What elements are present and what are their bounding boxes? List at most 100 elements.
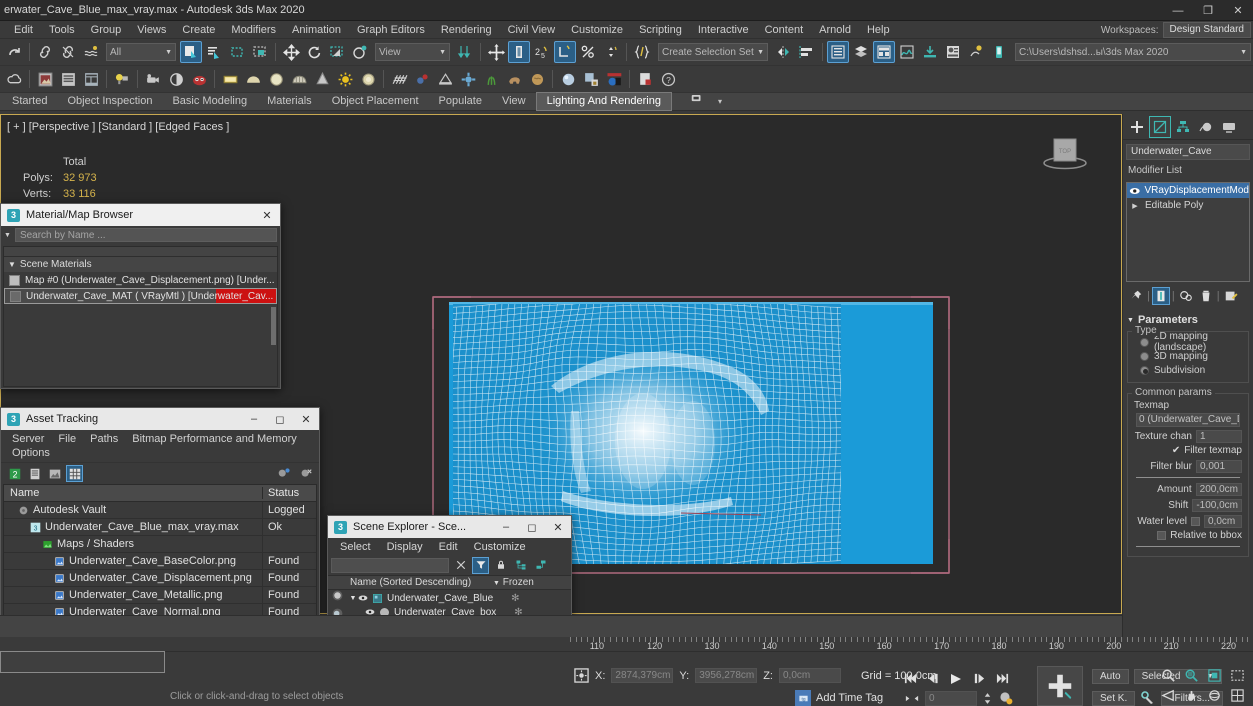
modifier-stack[interactable]: VRayDisplacementMod ▶ Editable Poly [1126, 182, 1250, 282]
zoom-all-icon[interactable] [1181, 666, 1201, 685]
show-end-result-icon[interactable] [1151, 286, 1170, 305]
material-browser-scrollbar[interactable] [271, 307, 276, 345]
water-level-checkbox[interactable] [1191, 516, 1200, 526]
time-slider-bar[interactable] [0, 615, 1122, 637]
select-and-place-icon[interactable] [349, 41, 371, 63]
use-pivot-center-icon[interactable] [454, 41, 476, 63]
angle-snap-icon[interactable]: 25 [531, 41, 553, 63]
make-unique-icon[interactable] [1177, 287, 1195, 305]
reference-coord-combo[interactable]: View ▼ [375, 43, 450, 61]
sun-light-icon[interactable] [334, 68, 356, 90]
menu-item-tools[interactable]: Tools [41, 21, 83, 39]
modifier-stack-row[interactable]: VRayDisplacementMod [1127, 183, 1249, 198]
field-of-view-icon[interactable] [1158, 686, 1178, 705]
ribbon-tab-materials[interactable]: Materials [257, 93, 322, 110]
radio-icon[interactable] [1140, 365, 1149, 375]
display-tab-icon[interactable] [1218, 116, 1240, 138]
vray-frame-buffer-icon[interactable] [603, 68, 625, 90]
y-field[interactable]: 3956,278cm [695, 668, 758, 683]
close-button[interactable]: ✕ [1223, 0, 1253, 21]
frozen-marker-icon[interactable]: ✻ [493, 593, 571, 604]
menu-item-edit[interactable]: Edit [6, 21, 41, 39]
render-frame-icon[interactable] [988, 41, 1010, 63]
x-field[interactable]: 2874,379cm [611, 668, 674, 683]
viewcube[interactable]: TOP [1037, 131, 1093, 175]
asset-menu-options[interactable]: Options [5, 446, 315, 460]
column-header-frozen[interactable]: ▼ Frozen [493, 577, 571, 588]
ribbon-tab-basic-modeling[interactable]: Basic Modeling [162, 93, 257, 110]
zoom-icon[interactable] [1158, 666, 1178, 685]
add-time-tag[interactable]: tg Add Time Tag [795, 690, 883, 706]
column-header-status[interactable]: Status [262, 487, 316, 499]
filter-texmap-row[interactable]: ✔ Filter texmap [1132, 443, 1242, 457]
vray-proxy-icon[interactable] [457, 68, 479, 90]
list-view-icon[interactable] [26, 465, 43, 482]
lock-icon[interactable] [492, 557, 509, 574]
scene-explorer-minimize-icon[interactable]: – [493, 516, 519, 538]
orbit-view-icon[interactable] [1204, 686, 1224, 705]
table-row[interactable]: Underwater_Cave_Displacement.png Found [4, 570, 316, 587]
table-row[interactable]: Autodesk Vault Logged [4, 502, 316, 519]
unlink-icon[interactable] [57, 41, 79, 63]
scene-menu-select[interactable]: Select [332, 541, 379, 553]
radio-icon[interactable] [1140, 351, 1149, 361]
vray-fur-icon[interactable] [388, 68, 410, 90]
type-option-2d-mapping[interactable]: 2D mapping (landscape) [1132, 331, 1244, 353]
spinner-snap-icon[interactable] [600, 41, 622, 63]
selection-lock-icon[interactable] [574, 668, 589, 683]
toggle-scene-explorer-icon[interactable] [827, 41, 849, 63]
table-row[interactable]: Underwater_Cave_Metallic.png Found [4, 587, 316, 604]
viewport-label[interactable]: [ + ] [Perspective ] [Standard ] [Edged … [7, 121, 229, 133]
modify-tab-icon[interactable] [1149, 115, 1171, 138]
filter-blur-field[interactable]: 0,001 [1196, 459, 1242, 473]
go-to-end-icon[interactable] [992, 669, 1012, 688]
camera-icon[interactable] [142, 68, 164, 90]
ribbon-dropdown-arrow[interactable]: ▾ [714, 93, 726, 110]
hierarchy-tab-icon[interactable] [1172, 116, 1194, 138]
refresh-icon[interactable]: 2 [6, 465, 23, 482]
collapse-icon[interactable]: ▼ [8, 260, 16, 269]
expand-arrow-icon[interactable]: ▶ [1129, 202, 1141, 210]
menu-item-help[interactable]: Help [859, 21, 898, 39]
select-and-scale-icon[interactable] [326, 41, 348, 63]
z-field[interactable]: 0,0cm [778, 668, 841, 683]
set-key-button[interactable] [1037, 666, 1083, 706]
ribbon-tab-started[interactable]: Started [2, 93, 57, 110]
plane-light-icon[interactable] [219, 68, 241, 90]
material-list-item[interactable]: Map #0 (Underwater_Cave_Displacement.png… [4, 272, 277, 288]
render-setup-icon[interactable] [965, 41, 987, 63]
create-selection-set-combo[interactable]: Create Selection Set ▼ [658, 43, 768, 61]
minimize-button[interactable]: — [1163, 0, 1193, 21]
project-folder-combo[interactable]: C:\Users\dshsd...ы\3ds Max 2020 ▼ [1015, 43, 1251, 61]
material-editor-icon[interactable] [942, 41, 964, 63]
scene-menu-edit[interactable]: Edit [431, 541, 466, 553]
asset-tracking-minimize-icon[interactable]: – [241, 408, 267, 430]
dome-light-icon[interactable] [242, 68, 264, 90]
chevron-down-icon[interactable]: ▼ [4, 232, 11, 239]
snaps-toggle-icon[interactable] [508, 41, 530, 63]
table-row[interactable]: 3 Underwater_Cave_Blue_max_vray.max Ok [4, 519, 316, 536]
workspace-selector[interactable]: Design Standard [1162, 22, 1251, 38]
scene-explorer-maximize-icon[interactable]: ◻ [519, 516, 545, 538]
material-browser-close-icon[interactable]: ✕ [254, 204, 280, 226]
delete-modifier-icon[interactable] [1197, 287, 1215, 305]
menu-item-civil-view[interactable]: Civil View [500, 21, 563, 39]
pan-view-icon[interactable] [1181, 686, 1201, 705]
asset-menu-server[interactable]: Server [5, 432, 51, 446]
menu-item-interactive[interactable]: Interactive [690, 21, 757, 39]
select-by-name-icon[interactable] [203, 41, 225, 63]
menu-item-create[interactable]: Create [174, 21, 223, 39]
percent-snap-icon[interactable] [577, 41, 599, 63]
ribbon-tab-lighting-and-rendering[interactable]: Lighting And Rendering [535, 92, 672, 111]
asset-menu-bitmap-performance[interactable]: Bitmap Performance and Memory [125, 432, 303, 446]
zoom-region-icon[interactable] [1227, 666, 1247, 685]
eye-icon[interactable] [1129, 186, 1141, 196]
curve-editor-icon[interactable] [896, 41, 918, 63]
select-object-icon[interactable] [180, 41, 202, 63]
asset-menu-paths[interactable]: Paths [83, 432, 125, 446]
scene-menu-customize[interactable]: Customize [466, 541, 534, 553]
spinner-icon[interactable] [983, 692, 992, 705]
menu-item-animation[interactable]: Animation [284, 21, 349, 39]
window-crossing-icon[interactable] [249, 41, 271, 63]
menu-item-scripting[interactable]: Scripting [631, 21, 690, 39]
